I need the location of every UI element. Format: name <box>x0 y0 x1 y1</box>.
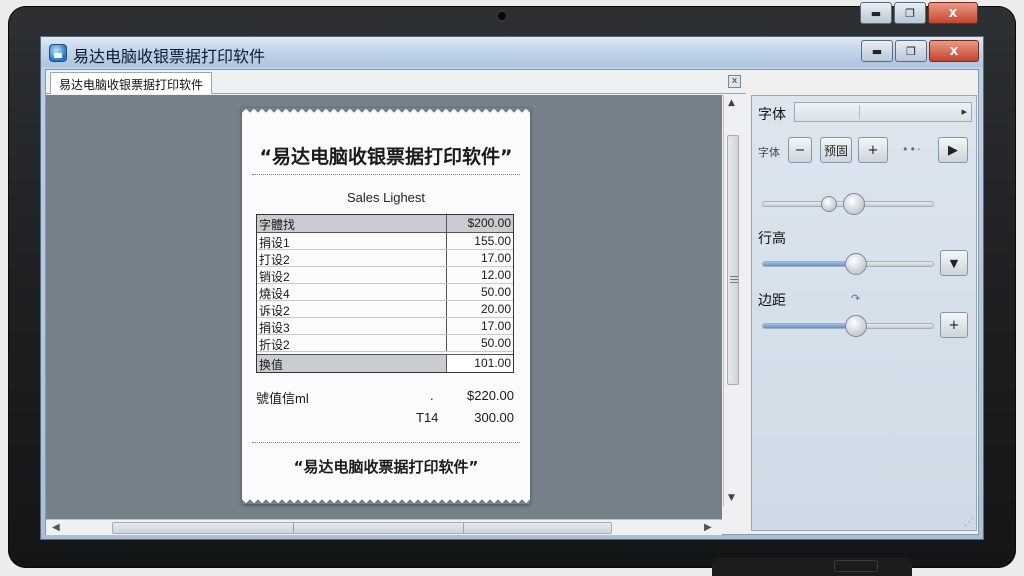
monitor-button <box>834 560 878 572</box>
preview-button[interactable]: 预固 <box>820 137 852 163</box>
rotate-icon: ↷ <box>851 292 861 305</box>
line-height-dropdown[interactable]: ▼ <box>940 250 968 276</box>
font-small-label: 字体 <box>758 146 780 159</box>
receipt-subtitle: Sales Lighest <box>346 190 426 205</box>
margin-slider[interactable] <box>762 315 934 337</box>
window-controls: ▬ ❐ X <box>861 40 979 62</box>
resize-grip-icon[interactable]: ⋰ <box>964 517 974 528</box>
horizontal-scrollbar[interactable]: ◀ ▶ <box>46 519 722 535</box>
row-label: 折设2 <box>257 335 447 351</box>
window-title: 易达电脑收银票据打印软件 <box>73 47 266 66</box>
font-select[interactable] <box>794 102 972 122</box>
tab-strip: 易达电脑收银票据打印软件 x <box>46 70 746 94</box>
decrease-font-button[interactable]: − <box>788 137 812 163</box>
row-label: 打设2 <box>257 250 447 266</box>
table-row: 燒设4 50.00 <box>257 284 513 301</box>
receipt-preview: “易达电脑收银票据打印软件” Sales Lighest 字體找 $200.00… <box>242 108 530 504</box>
row-label: 销设2 <box>257 267 447 283</box>
table-header-row: 字體找 $200.00 <box>257 215 513 233</box>
row-amount: 155.00 <box>474 234 511 248</box>
vertical-scroll-thumb[interactable] <box>727 135 739 385</box>
minimize-button[interactable]: ▬ <box>861 40 893 62</box>
client-area: 易达电脑收银票据打印软件 x “易达电脑收银票据打印软件” Sales Ligh… <box>45 69 979 535</box>
webcam <box>498 12 506 20</box>
tab-document[interactable]: 易达电脑收银票据打印软件 <box>50 72 213 94</box>
font-label: 字体 <box>758 107 786 123</box>
line-height-slider[interactable] <box>762 253 934 275</box>
tab-close-icon[interactable]: x <box>728 75 741 88</box>
row-label: 燒设4 <box>257 284 447 300</box>
row-label: 捐设3 <box>257 318 447 334</box>
outer-close-button[interactable]: X <box>928 2 978 24</box>
table-row: 销设2 12.00 <box>257 267 513 284</box>
outer-minimize-button[interactable]: ▬ <box>860 2 892 24</box>
table-row: 打设2 17.00 <box>257 250 513 267</box>
more-dots-icon: ••· <box>902 143 922 156</box>
row-amount: 20.00 <box>480 302 511 316</box>
table-row: 折设2 50.00 <box>257 335 513 352</box>
row-amount: 17.00 <box>480 251 511 265</box>
vertical-scrollbar[interactable]: ▲ ▼ <box>723 95 741 507</box>
slider-knob[interactable] <box>821 196 837 212</box>
receipt-footer: “易达电脑收票据打印软件” <box>293 458 479 476</box>
row-amount: 50.00 <box>480 336 511 350</box>
slider-knob[interactable] <box>845 315 867 337</box>
monitor: ▬ ❐ X 易达电脑收银票据打印软件 ▬ ❐ X 易达电脑收银票据打印软件 x … <box>0 0 1024 576</box>
close-button[interactable]: X <box>929 40 979 62</box>
app-window: 易达电脑收银票据打印软件 ▬ ❐ X 易达电脑收银票据打印软件 x “易达电脑收… <box>40 36 984 540</box>
row-amount: 12.00 <box>480 268 511 282</box>
scroll-right-icon[interactable]: ▶ <box>704 522 712 533</box>
maximize-button[interactable]: ❐ <box>895 40 927 62</box>
receipt-torn-edge-top <box>242 108 530 114</box>
table-row: 诉设2 20.00 <box>257 301 513 318</box>
row-label: 诉设2 <box>257 301 447 317</box>
summary-amount: 300.00 <box>474 410 514 425</box>
scroll-down-icon[interactable]: ▼ <box>728 493 735 503</box>
outer-window-controls: ▬ ❐ X <box>860 2 978 24</box>
row-amount: 50.00 <box>480 285 511 299</box>
scroll-up-icon[interactable]: ▲ <box>728 98 735 108</box>
divider <box>252 442 520 443</box>
table-row: 捐设1 155.00 <box>257 233 513 250</box>
table-row: 捐设3 17.00 <box>257 318 513 335</box>
margin-add-button[interactable]: + <box>940 312 968 338</box>
summary-label: 號值信ml <box>256 391 309 406</box>
app-icon <box>49 44 67 62</box>
outer-maximize-button[interactable]: ❐ <box>894 2 926 24</box>
slider-knob[interactable] <box>843 193 865 215</box>
increase-font-button[interactable]: + <box>858 137 888 163</box>
total-amount: 101.00 <box>447 355 513 372</box>
format-panel: 字体 字体 − 预固 + ••· ▶ 行高 ▼ 边距 <box>751 95 977 531</box>
scroll-left-icon[interactable]: ◀ <box>52 522 60 533</box>
play-button[interactable]: ▶ <box>938 137 968 163</box>
grip-icon <box>730 276 738 277</box>
summary-amount: $220.00 <box>467 388 514 403</box>
horizontal-scroll-thumb[interactable] <box>112 522 612 534</box>
row-label: 捐设1 <box>257 233 447 249</box>
summary-mid: . <box>430 388 434 403</box>
line-height-label: 行高 <box>758 231 786 247</box>
receipt-table: 字體找 $200.00 捐设1 155.00 打设2 17.00 销设2 12.00 燒设4… <box>256 214 514 373</box>
slider-knob[interactable] <box>845 253 867 275</box>
receipt-title: “易达电脑收银票据打印软件” <box>259 146 513 168</box>
summary-mid: T14 <box>416 410 439 425</box>
table-total-row: 换值 101.00 <box>257 354 513 372</box>
font-size-slider[interactable] <box>762 193 934 215</box>
receipt-torn-edge-bottom <box>242 498 530 504</box>
monitor-base <box>712 558 912 576</box>
row-amount: 17.00 <box>480 319 511 333</box>
total-label: 换值 <box>257 355 447 372</box>
header-amount: $200.00 <box>467 216 511 230</box>
margin-label: 边距 <box>758 293 786 309</box>
document-preview-area[interactable]: “易达电脑收银票据打印软件” Sales Lighest 字體找 $200.00… <box>46 95 722 519</box>
title-bar[interactable]: 易达电脑收银票据打印软件 ▬ ❐ X <box>41 37 983 67</box>
divider <box>252 174 520 175</box>
header-label: 字體找 <box>257 215 447 232</box>
